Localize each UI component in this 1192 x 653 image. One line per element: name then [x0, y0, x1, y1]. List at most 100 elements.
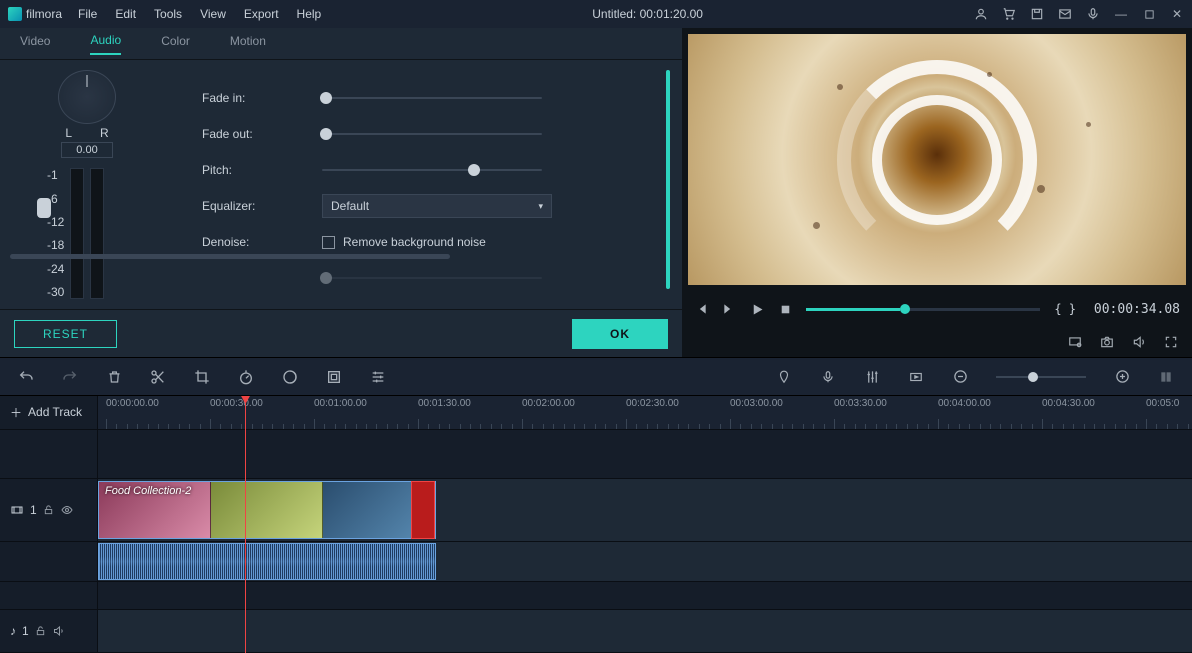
record-voiceover-icon[interactable]	[820, 369, 836, 385]
timeline-ruler[interactable]: 00:00:00.0000:00:30.0000:01:00.0000:01:3…	[98, 396, 1192, 429]
menu-edit[interactable]: Edit	[115, 7, 136, 21]
add-track-button[interactable]: ＋ Add Track	[0, 396, 98, 429]
track-spacer	[0, 430, 1192, 479]
linked-audio-body[interactable]	[98, 542, 1192, 581]
menu-file[interactable]: File	[78, 7, 97, 21]
snapshot-icon[interactable]	[1100, 335, 1114, 349]
denoise-text: Remove background noise	[343, 235, 486, 249]
tab-video[interactable]: Video	[20, 34, 50, 54]
pitch-slider[interactable]	[322, 169, 542, 171]
crop-icon[interactable]	[194, 369, 210, 385]
audio-track-head[interactable]: ♪ 1	[0, 610, 98, 652]
slider-thumb[interactable]	[320, 92, 332, 104]
tab-audio[interactable]: Audio	[90, 33, 121, 55]
lock-icon[interactable]	[35, 625, 46, 637]
prev-frame-icon[interactable]	[694, 302, 708, 316]
fullscreen-icon[interactable]	[1164, 335, 1178, 349]
slider-thumb[interactable]	[468, 164, 480, 176]
ruler-mark: 00:01:00.00	[314, 398, 367, 409]
fade-in-slider[interactable]	[322, 97, 542, 99]
scrubber-thumb[interactable]	[900, 304, 910, 314]
audio-track-body[interactable]	[98, 610, 1192, 652]
balance-r-label: R	[100, 126, 109, 140]
mail-icon[interactable]	[1058, 7, 1072, 21]
equalizer-select[interactable]: Default ▾	[322, 194, 552, 218]
video-track-body[interactable]: Food Collection-2	[98, 479, 1192, 541]
next-frame-icon[interactable]	[722, 302, 736, 316]
add-track-label: Add Track	[28, 405, 82, 419]
ruler-mark: 00:03:30.00	[834, 398, 887, 409]
account-icon[interactable]	[974, 7, 988, 21]
denoise-checkbox[interactable]	[322, 236, 335, 249]
volume-icon[interactable]	[1132, 335, 1146, 349]
preview-pane: { } 00:00:34.08	[682, 28, 1192, 357]
cart-icon[interactable]	[1002, 7, 1016, 21]
balance-lr: L R	[65, 126, 108, 140]
menu-tools[interactable]: Tools	[154, 7, 182, 21]
ok-button[interactable]: OK	[572, 319, 668, 349]
zoom-thumb[interactable]	[1028, 372, 1038, 382]
playhead[interactable]	[245, 396, 246, 653]
speed-icon[interactable]	[238, 369, 254, 385]
tab-motion[interactable]: Motion	[230, 34, 266, 54]
music-note-icon: ♪	[10, 624, 16, 638]
slider-thumb[interactable]	[320, 128, 332, 140]
slider-thumb[interactable]	[320, 272, 332, 284]
tab-color[interactable]: Color	[161, 34, 190, 54]
zoom-slider[interactable]	[996, 376, 1086, 378]
video-clip-segment[interactable]	[411, 481, 435, 539]
save-icon[interactable]	[1030, 7, 1044, 21]
play-icon[interactable]	[750, 302, 765, 317]
balance-meter: L R 0.00 -1 -6 -12 -18 -24 -30	[12, 70, 162, 299]
close-icon[interactable]: ✕	[1170, 7, 1184, 21]
preview-graphic	[987, 72, 992, 77]
balance-value[interactable]: 0.00	[61, 142, 112, 158]
balance-knob[interactable]	[58, 70, 116, 124]
audio-mixer-icon[interactable]	[864, 369, 880, 385]
lock-icon[interactable]	[43, 504, 54, 516]
stop-icon[interactable]	[779, 303, 792, 316]
vu-fader-thumb[interactable]	[37, 198, 51, 218]
zoom-to-fit-icon[interactable]	[1158, 369, 1174, 385]
undo-icon[interactable]	[18, 369, 34, 385]
preview-bottom-icons	[682, 327, 1192, 357]
logo-mark-icon	[8, 7, 22, 21]
mic-icon[interactable]	[1086, 7, 1100, 21]
color-icon[interactable]	[282, 369, 298, 385]
fade-in-label: Fade in:	[202, 91, 322, 105]
panel-horizontal-scrollbar[interactable]	[10, 254, 450, 259]
render-preview-icon[interactable]	[908, 369, 924, 385]
menu-help[interactable]: Help	[297, 7, 322, 21]
minimize-icon[interactable]: —	[1114, 7, 1128, 21]
fade-out-slider[interactable]	[322, 133, 542, 135]
preview-controls: { } 00:00:34.08	[682, 291, 1192, 327]
vu-meter[interactable]: -1 -6 -12 -18 -24 -30	[47, 168, 127, 299]
zoom-in-icon[interactable]	[1114, 369, 1130, 385]
preview-scrubber[interactable]	[806, 308, 1040, 311]
redo-icon[interactable]	[62, 369, 78, 385]
video-track-head[interactable]: 1	[0, 479, 98, 541]
app-logo: filmora	[8, 7, 62, 21]
video-track-icon	[10, 504, 24, 516]
menu-view[interactable]: View	[200, 7, 226, 21]
zoom-out-icon[interactable]	[952, 369, 968, 385]
speaker-icon[interactable]	[52, 625, 65, 637]
marker-icon[interactable]	[776, 369, 792, 385]
quality-settings-icon[interactable]	[1068, 335, 1082, 349]
preview-viewport[interactable]	[688, 34, 1186, 285]
audio-clip[interactable]	[98, 543, 436, 580]
video-clip[interactable]: Food Collection-2	[98, 481, 436, 539]
panel-vertical-scrollbar[interactable]	[666, 70, 670, 289]
split-icon[interactable]	[150, 369, 166, 385]
denoise-checkbox-row[interactable]: Remove background noise	[322, 235, 486, 249]
maximize-icon[interactable]	[1142, 7, 1156, 21]
reset-button[interactable]: RESET	[14, 320, 117, 348]
menu-export[interactable]: Export	[244, 7, 279, 21]
panel-tabs: Video Audio Color Motion	[0, 28, 682, 60]
eye-icon[interactable]	[60, 504, 74, 516]
denoise-strength-slider[interactable]	[322, 277, 542, 279]
green-screen-icon[interactable]	[326, 369, 342, 385]
delete-icon[interactable]	[106, 369, 122, 385]
mark-brackets[interactable]: { }	[1054, 302, 1076, 316]
adjust-icon[interactable]	[370, 369, 386, 385]
